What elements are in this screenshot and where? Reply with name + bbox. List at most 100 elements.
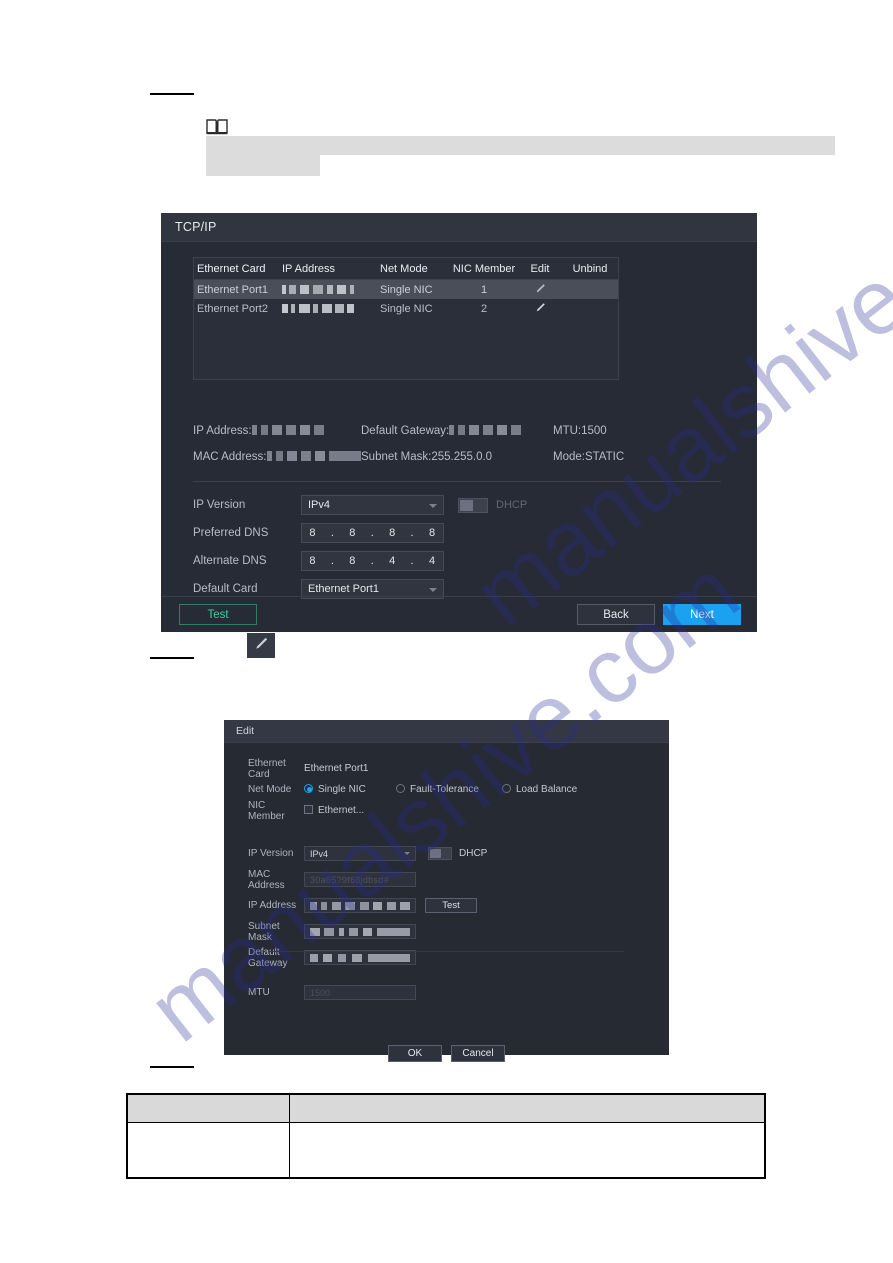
table-row[interactable]: Ethernet Port1 Single NIC 1 [194, 280, 618, 299]
mtu-value: 1500 [581, 425, 607, 437]
default-gateway-info: Default Gateway: [361, 425, 553, 437]
edit-ethernet-card-value: Ethernet Port1 [304, 763, 369, 774]
edit-default-gateway-field[interactable] [304, 950, 416, 965]
edit-default-gateway-label: Default Gateway [248, 946, 288, 969]
table-row[interactable]: Ethernet Port2 Single NIC 2 [194, 299, 618, 318]
edit-ip-version-select[interactable]: IPv4 [304, 846, 416, 861]
row-net-mode: Single NIC [380, 302, 433, 315]
dhcp-toggle-knob [430, 849, 441, 858]
dot: . [410, 527, 415, 539]
row-net-mode: Single NIC [380, 283, 433, 296]
ip-address-info: IP Address: [193, 425, 361, 437]
edit-pencil-button[interactable] [247, 633, 275, 658]
mode-label: Mode: [553, 451, 585, 463]
edit-nic-member-row: NIC Member Ethernet... [224, 799, 669, 822]
edit-subnet-mask-field[interactable] [304, 924, 416, 939]
radio-fault-tolerance[interactable]: Fault-Tolerance [396, 784, 502, 795]
mtu-label: MTU: [553, 425, 582, 437]
edit-mtu-field[interactable]: 1500 [304, 985, 416, 1000]
edit-mtu-label: MTU [248, 987, 270, 998]
edit-ip-version-value: IPv4 [310, 848, 329, 859]
row-ip-address [282, 303, 380, 315]
mode-info: Mode:STATIC [553, 451, 703, 463]
checkbox-icon [304, 805, 313, 814]
info-row-1: IP Address: Default Gateway: MTU:1500 [193, 418, 725, 444]
preferred-dns-input[interactable]: 8. 8. 8. 8 [301, 523, 444, 543]
book-icon [205, 117, 229, 137]
note-text-line-1 [206, 136, 835, 155]
preferred-dns-octet-4: 8 [428, 527, 436, 539]
doc-table-header-cell-1 [126, 1093, 290, 1123]
edit-ethernet-card-label: Ethernet Card [248, 757, 286, 780]
default-card-label: Default Card [193, 583, 258, 595]
nic-table-header: Ethernet Card IP Address Net Mode NIC Me… [194, 258, 618, 280]
tcpip-dialog: TCP/IP Ethernet Card IP Address Net Mode… [161, 213, 757, 632]
subnet-mask-info: Subnet Mask:255.255.0.0 [361, 451, 553, 463]
mtu-info: MTU:1500 [553, 425, 703, 437]
radio-icon [502, 784, 511, 793]
edit-dhcp-toggle[interactable] [428, 847, 452, 860]
dhcp-toggle[interactable] [458, 497, 488, 513]
default-card-value: Ethernet Port1 [308, 583, 379, 595]
edit-test-button[interactable]: Test [425, 898, 477, 913]
ip-address-value-redacted [310, 901, 410, 910]
edit-ip-address-field[interactable] [304, 898, 416, 913]
alternate-dns-octet-3: 4 [389, 555, 396, 567]
edit-dialog-buttons: OK Cancel [224, 1045, 669, 1062]
chevron-down-icon [429, 588, 437, 592]
radio-single-nic-label: Single NIC [318, 784, 366, 795]
alternate-dns-label: Alternate DNS [193, 555, 267, 567]
col-unbind: Unbind [572, 262, 608, 275]
preferred-dns-octet-2: 8 [349, 527, 356, 539]
subnet-mask-label: Subnet Mask: [361, 451, 432, 463]
edit-dialog-body: Ethernet Card Ethernet Port1 Net Mode Si… [224, 743, 669, 1062]
edit-mac-address-row: MAC Address 30a65?9f68jdbsd# [224, 869, 669, 891]
ip-version-select[interactable]: IPv4 [301, 495, 444, 515]
chevron-down-icon [429, 504, 437, 508]
edit-subnet-mask-label: Subnet Mask [248, 920, 280, 943]
dot: . [370, 555, 375, 567]
rule-mid [150, 657, 194, 659]
doc-table-cell-1 [126, 1121, 290, 1179]
default-gateway-label: Default Gateway: [361, 425, 450, 437]
edit-ethernet-card-row: Ethernet Card Ethernet Port1 [224, 757, 669, 780]
row-ethernet-card: Ethernet Port1 [197, 283, 268, 296]
radio-load-balance[interactable]: Load Balance [502, 784, 577, 795]
edit-divider [268, 951, 624, 952]
edit-ip-address-label: IP Address [248, 900, 297, 911]
mode-value: STATIC [584, 451, 625, 463]
cancel-button[interactable]: Cancel [451, 1045, 505, 1062]
alternate-dns-input[interactable]: 8. 8. 4. 4 [301, 551, 444, 571]
radio-single-nic[interactable]: Single NIC [304, 784, 396, 795]
doc-table-row [126, 1121, 766, 1179]
edit-nic-member-label: NIC Member [248, 799, 285, 822]
ip-address-redacted [282, 285, 354, 295]
mac-address-value-redacted [266, 451, 361, 461]
edit-mac-address-field: 30a65?9f68jdbsd# [304, 872, 416, 887]
nic-table: Ethernet Card IP Address Net Mode NIC Me… [193, 257, 619, 380]
row-edit-button[interactable] [516, 302, 564, 316]
pencil-icon [535, 302, 546, 313]
nic-member-checkbox[interactable]: Ethernet... [304, 805, 364, 816]
rule-top [150, 93, 194, 95]
edit-dialog: Edit Ethernet Card Ethernet Port1 Net Mo… [224, 720, 669, 1062]
ip-version-label: IP Version [193, 499, 246, 511]
edit-ip-version-label: IP Version [248, 848, 294, 859]
radio-fault-tolerance-label: Fault-Tolerance [410, 784, 479, 795]
test-button[interactable]: Test [179, 604, 257, 625]
tcpip-form: IP Version IPv4 DHCP Preferred DNS 8. 8.… [193, 491, 527, 603]
dot: . [330, 527, 335, 539]
default-gateway-value-redacted [449, 425, 522, 435]
rule-bottom [150, 1066, 194, 1068]
preferred-dns-octet-3: 8 [389, 527, 396, 539]
back-button[interactable]: Back [577, 604, 655, 625]
edit-mac-address-value: 30a65?9f68jdbsd# [310, 874, 389, 885]
dhcp-toggle-knob [460, 499, 473, 511]
alternate-dns-row: Alternate DNS 8. 8. 4. 4 [193, 547, 527, 575]
row-ethernet-card: Ethernet Port2 [197, 302, 268, 315]
next-button[interactable]: Next [663, 604, 741, 625]
ok-button[interactable]: OK [388, 1045, 442, 1062]
row-edit-button[interactable] [516, 283, 564, 297]
col-nic-member: NIC Member [452, 262, 516, 275]
alternate-dns-octet-2: 8 [349, 555, 356, 567]
